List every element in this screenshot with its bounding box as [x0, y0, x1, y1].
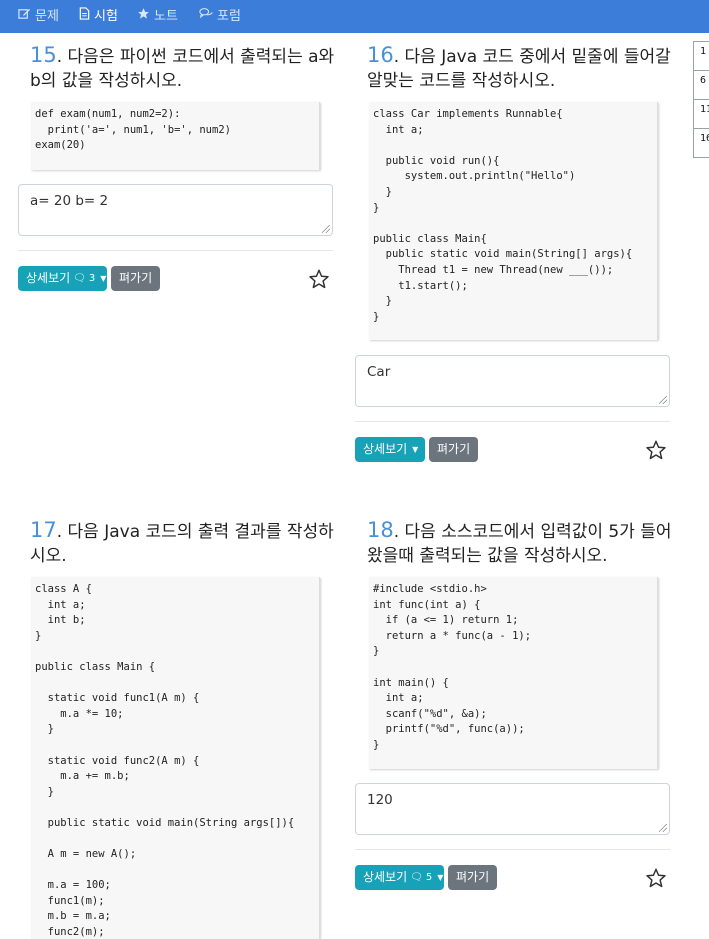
question-text: . 다음 Java 코드 중에서 밑줄에 들어갈 알맞는 코드를 작성하시오.: [367, 47, 671, 91]
detail-label: 상세보기: [26, 271, 71, 285]
bookmark-star-icon[interactable]: [308, 268, 330, 290]
nav-label: 문제: [35, 9, 59, 24]
bookmark-star-icon[interactable]: [645, 867, 667, 889]
index-cell[interactable]: 11: [694, 100, 709, 129]
answer-field[interactable]: Car: [355, 355, 670, 407]
question-text: . 다음 Java 코드의 출력 결과를 작성하시오.: [30, 522, 334, 566]
question-number: 15: [30, 43, 57, 67]
nav-label: 시험: [94, 9, 118, 24]
question-text: . 다음 소스코드에서 입력값이 5가 들어왔을때 출력되는 값을 작성하시오.: [367, 522, 672, 566]
detail-label: 상세보기: [363, 870, 408, 884]
nav-forum[interactable]: 포럼: [199, 0, 241, 33]
divider: [18, 250, 333, 251]
caret-down-icon: ▼: [412, 445, 419, 454]
question-number: 18: [367, 518, 394, 542]
index-cell[interactable]: 6: [694, 71, 709, 100]
answer-text: a= 20 b= 2: [30, 193, 109, 209]
edit-icon: [18, 0, 31, 33]
answer-text: 120: [367, 792, 393, 808]
resize-handle-icon[interactable]: [659, 396, 667, 404]
question-16-title: 16. 다음 Java 코드 중에서 밑줄에 들어갈 알맞는 코드를 작성하시오…: [367, 43, 672, 93]
comment-count: 5: [425, 872, 433, 883]
code-block: #include <stdio.h> int func(int a) { if …: [369, 577, 658, 769]
question-number: 17: [30, 518, 57, 542]
document-icon: [79, 0, 90, 33]
comment-icon: 🗨︎: [73, 273, 86, 284]
index-cell[interactable]: 1: [694, 41, 709, 71]
code-block: class A { int a; int b; } public class M…: [31, 577, 320, 939]
question-number: 16: [367, 43, 394, 67]
index-cell[interactable]: 16: [694, 129, 709, 158]
fold-button[interactable]: 펴가기: [448, 865, 498, 890]
question-18-title: 18. 다음 소스코드에서 입력값이 5가 들어왔을때 출력되는 값을 작성하시…: [367, 518, 677, 568]
detail-button[interactable]: 상세보기 🗨︎ 5 ▼: [355, 865, 444, 890]
comment-count: 3: [88, 273, 96, 284]
nav-label: 포럼: [217, 9, 241, 24]
nav-problems[interactable]: 문제: [18, 0, 59, 33]
comment-icon: 🗨︎: [410, 872, 423, 883]
caret-down-icon: ▼: [100, 274, 107, 283]
question-15-title: 15. 다음은 파이썬 코드에서 출력되는 a와 b의 값을 작성하시오.: [30, 43, 340, 93]
nav-label: 노트: [154, 9, 178, 24]
resize-handle-icon[interactable]: [659, 824, 667, 832]
answer-field[interactable]: a= 20 b= 2: [18, 184, 333, 236]
divider: [355, 421, 670, 422]
fold-button[interactable]: 펴가기: [111, 266, 161, 291]
resize-handle-icon[interactable]: [322, 225, 330, 233]
detail-label: 상세보기: [363, 442, 408, 456]
star-icon: [137, 0, 150, 33]
divider: [355, 849, 670, 850]
nav-notes[interactable]: 노트: [137, 0, 178, 33]
top-nav: 문제 시험 노트 포럼: [0, 0, 709, 33]
detail-button[interactable]: 상세보기 ▼: [355, 437, 425, 462]
question-17-title: 17. 다음 Java 코드의 출력 결과를 작성하시오.: [30, 518, 340, 568]
answer-field[interactable]: 120: [355, 783, 670, 835]
fold-button[interactable]: 펴가기: [429, 437, 479, 462]
code-block: def exam(num1, num2=2): print('a=', num1…: [31, 102, 320, 170]
caret-down-icon: ▼: [437, 873, 444, 882]
chat-icon: [199, 0, 213, 33]
code-block: class Car implements Runnable{ int a; pu…: [369, 102, 658, 340]
detail-button[interactable]: 상세보기 🗨︎ 3 ▼: [18, 266, 107, 291]
nav-exam[interactable]: 시험: [79, 0, 118, 33]
question-index-table: 1 6 11 16: [693, 41, 709, 158]
question-text: . 다음은 파이썬 코드에서 출력되는 a와 b의 값을 작성하시오.: [30, 47, 335, 91]
bookmark-star-icon[interactable]: [645, 439, 667, 461]
answer-text: Car: [367, 364, 391, 380]
